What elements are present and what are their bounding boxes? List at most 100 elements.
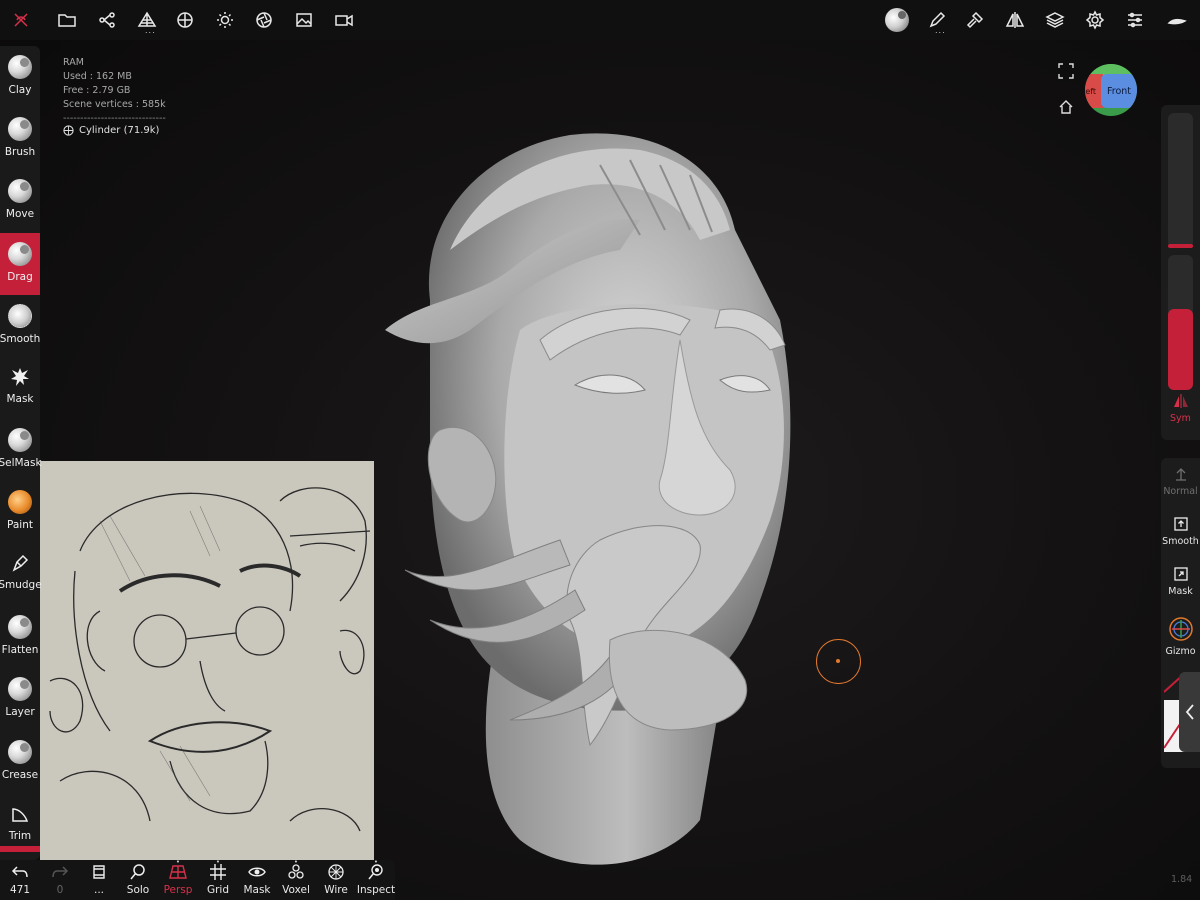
tool-move[interactable]: Move: [0, 170, 40, 232]
perspective-button[interactable]: • Persp: [158, 858, 198, 896]
normal-button[interactable]: Normal: [1161, 466, 1200, 497]
grid-button[interactable]: • Grid: [198, 858, 238, 896]
ram-used: Used : 162 MB: [63, 71, 132, 82]
paint-sphere-icon: [8, 490, 32, 514]
top-toolbar: ... ...: [0, 0, 1200, 40]
undo-button[interactable]: 471: [0, 863, 40, 896]
gizmo-button[interactable]: Gizmo: [1161, 616, 1200, 657]
redo-count: 0: [56, 884, 64, 896]
scene-tree-icon[interactable]: [93, 6, 121, 34]
history-button[interactable]: ...: [79, 863, 119, 896]
tool-label: SelMask: [0, 457, 42, 469]
smooth-sphere-icon: [8, 304, 32, 328]
clay-sphere-icon: [8, 55, 32, 79]
tool-brush[interactable]: Brush: [0, 108, 40, 170]
camera-aperture-icon[interactable]: [250, 6, 278, 34]
layers-icon[interactable]: [1041, 6, 1069, 34]
symmetry-icon[interactable]: [1001, 6, 1029, 34]
crease-sphere-icon: [8, 740, 32, 764]
tool-flatten[interactable]: Flatten: [0, 606, 40, 668]
stroke-options-panel: Normal Smooth Mask Gizmo: [1161, 458, 1200, 768]
hammer-icon[interactable]: [961, 6, 989, 34]
redo-icon: [52, 866, 69, 878]
mask-splat-icon: [11, 368, 29, 386]
mesh-entry[interactable]: Cylinder (71.9k): [63, 125, 159, 136]
separator: ------------------------------: [63, 113, 166, 124]
sliders-icon[interactable]: [1121, 6, 1149, 34]
navcube-front-label: Front: [1106, 85, 1132, 97]
voxel-button[interactable]: • Voxel: [276, 858, 316, 896]
search-icon: [130, 864, 145, 880]
gizmo-label: Gizmo: [1165, 646, 1196, 657]
navcube-front-face[interactable]: Front: [1101, 74, 1137, 108]
wireframe-button[interactable]: Wire: [316, 863, 356, 896]
view-navigation-cube[interactable]: Left Front: [1085, 64, 1137, 116]
reference-image[interactable]: [40, 461, 374, 860]
radius-fill: [1168, 244, 1193, 248]
mask-visibility-button[interactable]: Mask: [237, 863, 277, 896]
tool-label: Drag: [7, 271, 33, 283]
move-sphere-icon: [8, 179, 32, 203]
tool-smooth[interactable]: Smooth: [0, 295, 40, 357]
solo-button[interactable]: Solo: [118, 863, 158, 896]
radius-slider[interactable]: [1168, 113, 1193, 248]
tool-selmask[interactable]: SelMask: [0, 419, 42, 481]
fullscreen-button[interactable]: [1058, 63, 1074, 83]
grid-indicator: •: [215, 858, 221, 866]
video-icon[interactable]: [330, 6, 358, 34]
undo-icon: [11, 866, 28, 878]
tool-clay[interactable]: Clay: [0, 46, 40, 108]
mask-shift-button[interactable]: Mask: [1161, 566, 1200, 597]
history-dots: ...: [93, 884, 104, 896]
scene-vertices: Scene vertices : 585k: [63, 99, 166, 110]
selmask-sphere-icon: [8, 428, 32, 452]
tool-layer[interactable]: Layer: [0, 668, 40, 730]
voxel-label: Voxel: [282, 884, 310, 896]
persp-label: Persp: [163, 884, 193, 896]
version-label: 1.84: [1171, 874, 1193, 885]
tool-crease[interactable]: Crease: [0, 731, 40, 793]
home-icon: [1059, 100, 1073, 114]
undo-count: 471: [9, 884, 31, 896]
normal-arrow-icon: [1175, 468, 1186, 481]
trim-icon: [12, 808, 29, 822]
collapse-panel-button[interactable]: [1179, 672, 1200, 752]
drag-sphere-icon: [8, 242, 32, 266]
tool-label: Mask: [6, 393, 34, 405]
settings-gear-icon[interactable]: [1081, 6, 1109, 34]
mesh-name: Cylinder (71.9k): [79, 125, 160, 136]
solo-label: Solo: [126, 884, 150, 896]
image-icon[interactable]: [290, 6, 318, 34]
inspect-button[interactable]: • Inspect: [356, 858, 396, 896]
inspect-indicator: •: [373, 858, 379, 866]
home-view-button[interactable]: [1058, 99, 1074, 119]
matcap-sphere-icon[interactable]: [883, 6, 911, 34]
ram-label: RAM: [63, 57, 84, 68]
tool-label: Smudge: [0, 579, 42, 591]
tool-label: Clay: [8, 84, 32, 96]
smooth-shift-button[interactable]: Smooth: [1161, 516, 1200, 547]
fullscreen-icon: [1058, 63, 1074, 79]
book-icon: [93, 865, 105, 879]
tool-mask[interactable]: Mask: [0, 357, 40, 419]
symmetry-toggle[interactable]: Sym: [1161, 393, 1200, 424]
app-logo-icon[interactable]: [7, 6, 35, 34]
brush-settings-panel: Sym: [1161, 105, 1200, 440]
redo-button[interactable]: 0: [40, 863, 80, 896]
tool-label: Move: [5, 208, 35, 220]
brush-stroke-icon[interactable]: [1163, 6, 1191, 34]
lighting-icon[interactable]: [211, 6, 239, 34]
navcube-left-label: Left: [1085, 86, 1097, 96]
eye-icon: [248, 867, 266, 877]
tool-paint[interactable]: Paint: [0, 481, 40, 543]
tool-trim[interactable]: Trim: [0, 794, 40, 850]
folder-icon[interactable]: [53, 6, 81, 34]
smooth-shift-icon: [1173, 517, 1188, 531]
tool-smudge[interactable]: Smudge: [0, 543, 42, 605]
intensity-slider[interactable]: [1168, 255, 1193, 390]
tool-drag[interactable]: Drag: [0, 233, 40, 295]
layer-sphere-icon: [8, 677, 32, 701]
material-icon[interactable]: [171, 6, 199, 34]
tool-label: Paint: [7, 519, 33, 531]
intensity-fill: [1168, 309, 1193, 390]
